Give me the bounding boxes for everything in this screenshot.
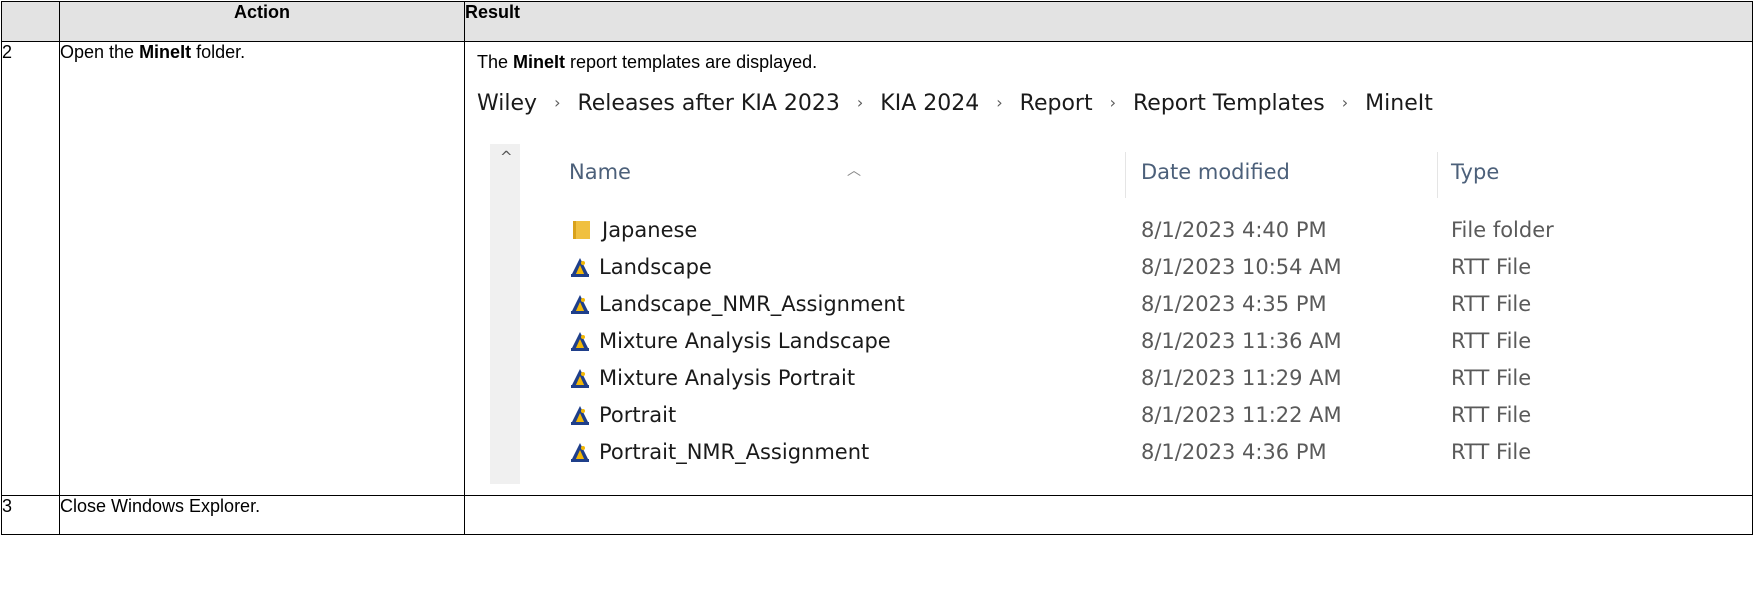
header-step-number <box>1 1 60 42</box>
breadcrumb-separator-icon[interactable]: › <box>857 93 863 112</box>
breadcrumb-item[interactable]: Report Templates <box>1133 91 1325 116</box>
step-action: Open the MineIt folder. <box>59 41 465 496</box>
column-date-modified[interactable]: Date modified <box>1141 160 1290 184</box>
list-item[interactable]: Japanese 8/1/2023 4:40 PM File folder <box>477 214 1752 251</box>
breadcrumb: Wiley › Releases after KIA 2023 › KIA 2024 › R… <box>477 84 1752 122</box>
column-divider[interactable] <box>1125 152 1126 198</box>
column-name[interactable]: Name <box>569 160 631 184</box>
rtt-file-icon <box>569 404 591 426</box>
file-name: Landscape_NMR_Assignment <box>599 292 905 316</box>
file-name-cell: Landscape <box>569 255 712 279</box>
list-item[interactable]: Portrait 8/1/2023 11:22 AM RTT File <box>477 399 1752 436</box>
file-type: RTT File <box>1451 255 1532 279</box>
file-type: RTT File <box>1451 440 1532 464</box>
file-name-cell: Mixture Analysis Landscape <box>569 329 891 353</box>
file-name: Mixture Analysis Landscape <box>599 329 891 353</box>
file-name: Mixture Analysis Portrait <box>599 366 856 390</box>
file-type: RTT File <box>1451 366 1532 390</box>
file-date-modified: 8/1/2023 4:40 PM <box>1141 218 1327 242</box>
file-name-cell: Mixture Analysis Portrait <box>569 366 855 390</box>
breadcrumb-item[interactable]: KIA 2024 <box>880 91 979 116</box>
list-item[interactable]: Portrait_NMR_Assignment 8/1/2023 4:36 PM R… <box>477 436 1752 473</box>
step-result <box>464 495 1753 535</box>
file-name-cell: Japanese <box>569 218 697 242</box>
file-type: File folder <box>1451 218 1554 242</box>
breadcrumb-separator-icon[interactable]: › <box>996 93 1002 112</box>
file-list-pane: ^ Name ︿ Date modified Type Japanese 8/1/… <box>477 144 1752 484</box>
column-divider[interactable] <box>1437 152 1438 198</box>
table-header-row: Action Result <box>1 1 1753 42</box>
result-text-end: report templates are displayed. <box>565 52 818 72</box>
file-date-modified: 8/1/2023 10:54 AM <box>1141 255 1342 279</box>
breadcrumb-item[interactable]: Wiley <box>477 91 537 116</box>
file-date-modified: 8/1/2023 11:36 AM <box>1141 329 1342 353</box>
column-type[interactable]: Type <box>1451 160 1499 184</box>
list-item[interactable]: Mixture Analysis Portrait 8/1/2023 11:29 … <box>477 362 1752 399</box>
file-name: Portrait <box>599 403 677 427</box>
breadcrumb-separator-icon[interactable]: › <box>1110 93 1116 112</box>
file-name: Landscape <box>599 255 712 279</box>
folder-icon <box>573 221 590 239</box>
file-name-cell: Landscape_NMR_Assignment <box>569 292 905 316</box>
rtt-file-icon <box>569 256 591 278</box>
action-folder-name: MineIt <box>139 42 192 62</box>
rtt-file-icon <box>569 367 591 389</box>
breadcrumb-item[interactable]: Report <box>1020 91 1093 116</box>
file-name-cell: Portrait_NMR_Assignment <box>569 440 869 464</box>
step-number: 3 <box>1 495 60 535</box>
sort-ascending-icon: ︿ <box>847 163 861 179</box>
explorer-screenshot: Wiley › Releases after KIA 2023 › KIA 2024 › R… <box>477 84 1752 484</box>
list-item[interactable]: Mixture Analysis Landscape 8/1/2023 11:36… <box>477 325 1752 362</box>
step-result: The MineIt report templates are displaye… <box>464 41 1753 496</box>
result-text: The <box>477 52 514 72</box>
rtt-file-icon <box>569 330 591 352</box>
header-action: Action <box>59 1 465 42</box>
action-text: Open the <box>60 42 140 62</box>
list-item[interactable]: Landscape 8/1/2023 10:54 AM RTT File <box>477 251 1752 288</box>
file-type: RTT File <box>1451 329 1532 353</box>
file-name: Portrait_NMR_Assignment <box>599 440 870 464</box>
file-type: RTT File <box>1451 403 1532 427</box>
file-list: Japanese 8/1/2023 4:40 PM File folder Lands… <box>477 214 1752 473</box>
result-description: The MineIt report templates are displaye… <box>465 42 1752 73</box>
action-text-end: folder. <box>191 42 246 62</box>
file-name-cell: Portrait <box>569 403 676 427</box>
step-action: Close Windows Explorer. <box>59 495 465 535</box>
table-row: 3 Close Windows Explorer. <box>1 495 1753 535</box>
header-result: Result <box>464 1 1753 42</box>
file-date-modified: 8/1/2023 11:22 AM <box>1141 403 1342 427</box>
breadcrumb-separator-icon[interactable]: › <box>554 93 560 112</box>
breadcrumb-item[interactable]: MineIt <box>1365 91 1433 116</box>
list-item[interactable]: Landscape_NMR_Assignment 8/1/2023 4:35 PM… <box>477 288 1752 325</box>
procedure-table: Action Result 2 Open the MineIt folder. … <box>1 1 1753 535</box>
file-date-modified: 8/1/2023 11:29 AM <box>1141 366 1342 390</box>
file-type: RTT File <box>1451 292 1532 316</box>
rtt-file-icon <box>569 293 591 315</box>
breadcrumb-item[interactable]: Releases after KIA 2023 <box>577 91 839 116</box>
step-number: 2 <box>1 41 60 496</box>
file-date-modified: 8/1/2023 4:36 PM <box>1141 440 1327 464</box>
result-folder-name: MineIt <box>513 52 566 72</box>
file-name: Japanese <box>602 218 698 242</box>
rtt-file-icon <box>569 441 591 463</box>
breadcrumb-separator-icon[interactable]: › <box>1342 93 1348 112</box>
file-date-modified: 8/1/2023 4:35 PM <box>1141 292 1327 316</box>
table-row: 2 Open the MineIt folder. The MineIt rep… <box>1 41 1753 496</box>
column-headers: Name ︿ Date modified Type <box>477 152 1752 198</box>
